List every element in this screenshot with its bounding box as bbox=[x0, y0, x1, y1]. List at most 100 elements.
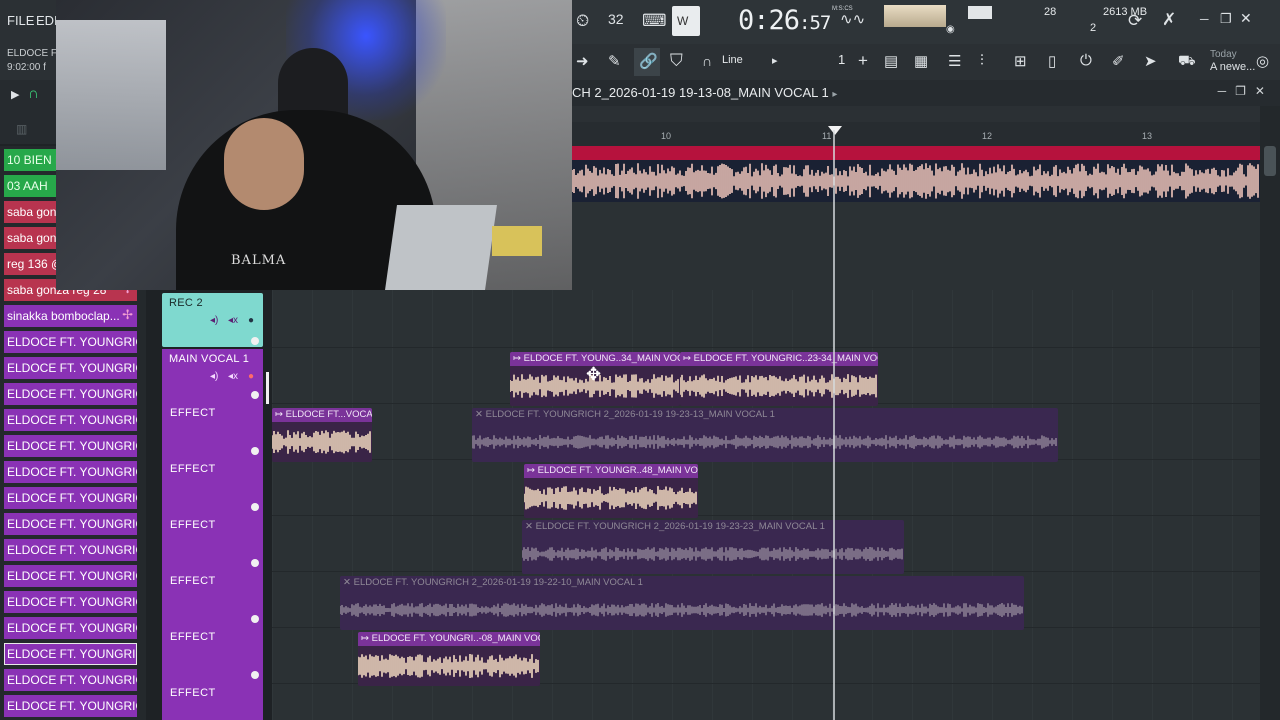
vertical-scrollbar[interactable] bbox=[1260, 106, 1280, 720]
close-icon[interactable]: ✕ bbox=[1240, 10, 1252, 27]
playlist-icon[interactable]: ▤ bbox=[884, 52, 898, 70]
clip-menu-icon[interactable]: ↦ bbox=[683, 353, 694, 364]
clip-menu-icon[interactable]: ↦ bbox=[513, 353, 524, 364]
webcam-shirt-logo: BALMA bbox=[231, 253, 287, 268]
browser-item[interactable]: ELDOCE FT. YOUNGRICH 2... bbox=[4, 669, 137, 691]
audio-clip[interactable]: ✕ ELDOCE FT. YOUNGRICH 2_2026-01-19 19-2… bbox=[522, 520, 904, 574]
webcam-yellow-box bbox=[492, 226, 542, 256]
playhead-marker[interactable] bbox=[828, 126, 842, 135]
clip-muted-icon[interactable]: ✕ bbox=[343, 577, 354, 588]
speaker-icon[interactable]: ◂) bbox=[210, 315, 218, 326]
track-rec2[interactable]: REC 2 ◂) ◂x ● bbox=[162, 293, 263, 347]
browser-item[interactable]: ELDOCE FT. YOUNGRICH 2... bbox=[4, 435, 137, 457]
clip-menu-icon[interactable]: ↦ bbox=[361, 633, 372, 644]
piano-icon[interactable]: ▥ bbox=[16, 122, 27, 136]
browser-item[interactable]: ELDOCE FT. YOUNGRICH 2... bbox=[4, 539, 137, 561]
plugin-icon[interactable]: ⏻ bbox=[1080, 52, 1092, 69]
effect-lane-dot[interactable] bbox=[251, 615, 259, 623]
audio-clip[interactable]: ↦ ELDOCE FT. YOUNGRI..-08_MAIN VOCAL 1 bbox=[358, 632, 540, 686]
browser-item[interactable]: ELDOCE FT. YOUNGRICH 2... bbox=[4, 461, 137, 483]
record-dot-icon[interactable]: ● bbox=[248, 371, 254, 382]
browser-item[interactable]: ELDOCE FT. YOUNGRICH 2... bbox=[4, 565, 137, 587]
track-volume-bar[interactable] bbox=[266, 372, 269, 404]
browser-item[interactable]: ELDOCE FT. YOUNGRICH 2... bbox=[4, 513, 137, 535]
pencil-icon[interactable]: ✎ bbox=[608, 52, 621, 70]
audio-clip[interactable]: ↦ ELDOCE FT. YOUNGRIC..23-34_MAIN VOCAL … bbox=[680, 352, 878, 406]
browser-item[interactable]: ELDOCE FT. YOUNGRICH 2... bbox=[4, 383, 137, 405]
timeline-ruler[interactable]: 10 11 12 13 bbox=[572, 106, 1280, 146]
clip-menu-icon[interactable]: ↦ bbox=[275, 409, 286, 420]
track-main-vocal[interactable]: MAIN VOCAL 1 ◂) ◂x ● EFFECT EFFECT EFFECT EFFEC… bbox=[162, 349, 263, 720]
scrollbar-thumb[interactable] bbox=[1264, 146, 1276, 176]
playlist-area[interactable]: ↦ ELDOCE FT. YOUNG..34_MAIN VOCAL 1↦ ELD… bbox=[272, 290, 1260, 720]
typing-keyboard-icon[interactable]: ⌨ bbox=[642, 11, 667, 31]
browser-item[interactable]: ELDOCE FT. YOUNGRICH 2... bbox=[4, 695, 137, 717]
clip-muted-icon[interactable]: ✕ bbox=[475, 409, 486, 420]
track-select-dot[interactable] bbox=[251, 337, 259, 345]
effect-lane-label: EFFECT bbox=[170, 575, 216, 587]
effect-lane-dot[interactable] bbox=[251, 671, 259, 679]
step-value[interactable]: 1 bbox=[838, 52, 845, 67]
effect-lane-dot[interactable] bbox=[251, 559, 259, 567]
clip-muted-icon[interactable]: ✕ bbox=[525, 521, 536, 532]
minimize-icon[interactable]: ─ bbox=[1200, 12, 1209, 26]
song-time-display[interactable]: 0:26:57 bbox=[738, 5, 831, 36]
speaker-icon[interactable]: ◂) bbox=[210, 371, 218, 382]
favorite-icon[interactable]: ✢ bbox=[122, 307, 133, 323]
cart-icon[interactable]: ⛟ bbox=[1178, 52, 1196, 71]
playlist-lane[interactable] bbox=[272, 684, 1260, 720]
globe-icon[interactable]: ◎ bbox=[1256, 52, 1269, 70]
project-icon[interactable]: ▯ bbox=[1048, 52, 1056, 70]
piano-roll-icon[interactable]: ▦ bbox=[914, 52, 928, 70]
wait-input-icon[interactable]: W bbox=[672, 6, 700, 36]
browser-item[interactable]: ELDOCE FT. YOUNGRICH 2... bbox=[4, 487, 137, 509]
fl-close-project-icon[interactable]: ✗ bbox=[1162, 10, 1176, 30]
browser-item[interactable]: ELDOCE FT. YOUNGRICH 2... bbox=[4, 331, 137, 353]
menu-edit[interactable]: EDI bbox=[36, 13, 58, 28]
record-dot-icon[interactable]: ● bbox=[248, 315, 254, 326]
mixer-icon[interactable]: ⫶ bbox=[980, 52, 984, 69]
audio-clip[interactable]: ✕ ELDOCE FT. YOUNGRICH 2_2026-01-19 19-2… bbox=[472, 408, 1058, 462]
stamp-icon[interactable]: ⛉ bbox=[670, 51, 683, 71]
brush-icon[interactable]: ✐ bbox=[1112, 52, 1125, 70]
effect-lane-dot[interactable] bbox=[251, 447, 259, 455]
pitch-knob-icon[interactable]: ◉ bbox=[946, 24, 955, 35]
browser-item[interactable]: ELDOCE FT. YOUNGRICH 2... bbox=[4, 643, 137, 665]
bird-icon[interactable]: ➤ bbox=[1144, 52, 1157, 70]
audio-clip[interactable]: ↦ ELDOCE FT. YOUNGR..48_MAIN VOCAL 1 bbox=[524, 464, 698, 518]
menu-file[interactable]: FILE bbox=[7, 13, 34, 28]
browser-item[interactable]: ELDOCE FT. YOUNGRICH 2... bbox=[4, 357, 137, 379]
browser-item[interactable]: sinakka bomboclap... ✢ bbox=[4, 305, 137, 327]
link-icon[interactable]: 🔗 bbox=[634, 48, 660, 76]
clip-menu-icon[interactable]: ↦ bbox=[527, 465, 538, 476]
track-select-dot[interactable] bbox=[251, 391, 259, 399]
time-main: 0:26 bbox=[738, 5, 800, 36]
magnet-icon[interactable]: ∩ bbox=[702, 53, 712, 69]
arrow-right-icon[interactable]: ➜ bbox=[576, 52, 589, 70]
headphones-icon[interactable]: ∩ bbox=[28, 85, 39, 102]
refresh-icon[interactable]: ⟳ bbox=[1128, 11, 1142, 31]
play-small-icon[interactable]: ▸ bbox=[772, 54, 778, 67]
add-icon[interactable]: + bbox=[858, 51, 868, 71]
audio-clip[interactable]: ↦ ELDOCE FT...VOCAL 1 bbox=[272, 408, 372, 462]
maximize-icon[interactable]: ❐ bbox=[1220, 11, 1232, 27]
play-arrow-icon[interactable]: ▶ bbox=[11, 88, 19, 101]
metronome-icon[interactable]: ⏲ bbox=[576, 11, 589, 31]
bpm-display[interactable]: 32 bbox=[608, 11, 624, 27]
playlist-lane[interactable] bbox=[272, 460, 1260, 516]
mute-icon[interactable]: ◂x bbox=[228, 315, 238, 326]
news-panel[interactable]: Today A newe... bbox=[1210, 48, 1255, 74]
browser-item[interactable]: ELDOCE FT. YOUNGRICH 2... bbox=[4, 591, 137, 613]
playlist-window-controls[interactable]: ─❐✕ bbox=[1218, 84, 1274, 98]
audio-clip[interactable]: ✕ ELDOCE FT. YOUNGRICH 2_2026-01-19 19-2… bbox=[340, 576, 1024, 630]
browser-item[interactable]: ELDOCE FT. YOUNGRICH 2... bbox=[4, 617, 137, 639]
browser-tree-icon[interactable]: ⊞ bbox=[1014, 52, 1027, 70]
snap-mode-select[interactable]: Line bbox=[722, 54, 743, 66]
mute-icon[interactable]: ◂x bbox=[228, 371, 238, 382]
browser-item[interactable]: ELDOCE FT. YOUNGRICH 2... bbox=[4, 409, 137, 431]
master-volume-icon[interactable] bbox=[968, 6, 992, 19]
playlist-lane[interactable] bbox=[272, 292, 1260, 348]
channel-rack-icon[interactable]: ☰ bbox=[948, 52, 961, 70]
bpm-label: 32 bbox=[608, 11, 624, 27]
effect-lane-dot[interactable] bbox=[251, 503, 259, 511]
